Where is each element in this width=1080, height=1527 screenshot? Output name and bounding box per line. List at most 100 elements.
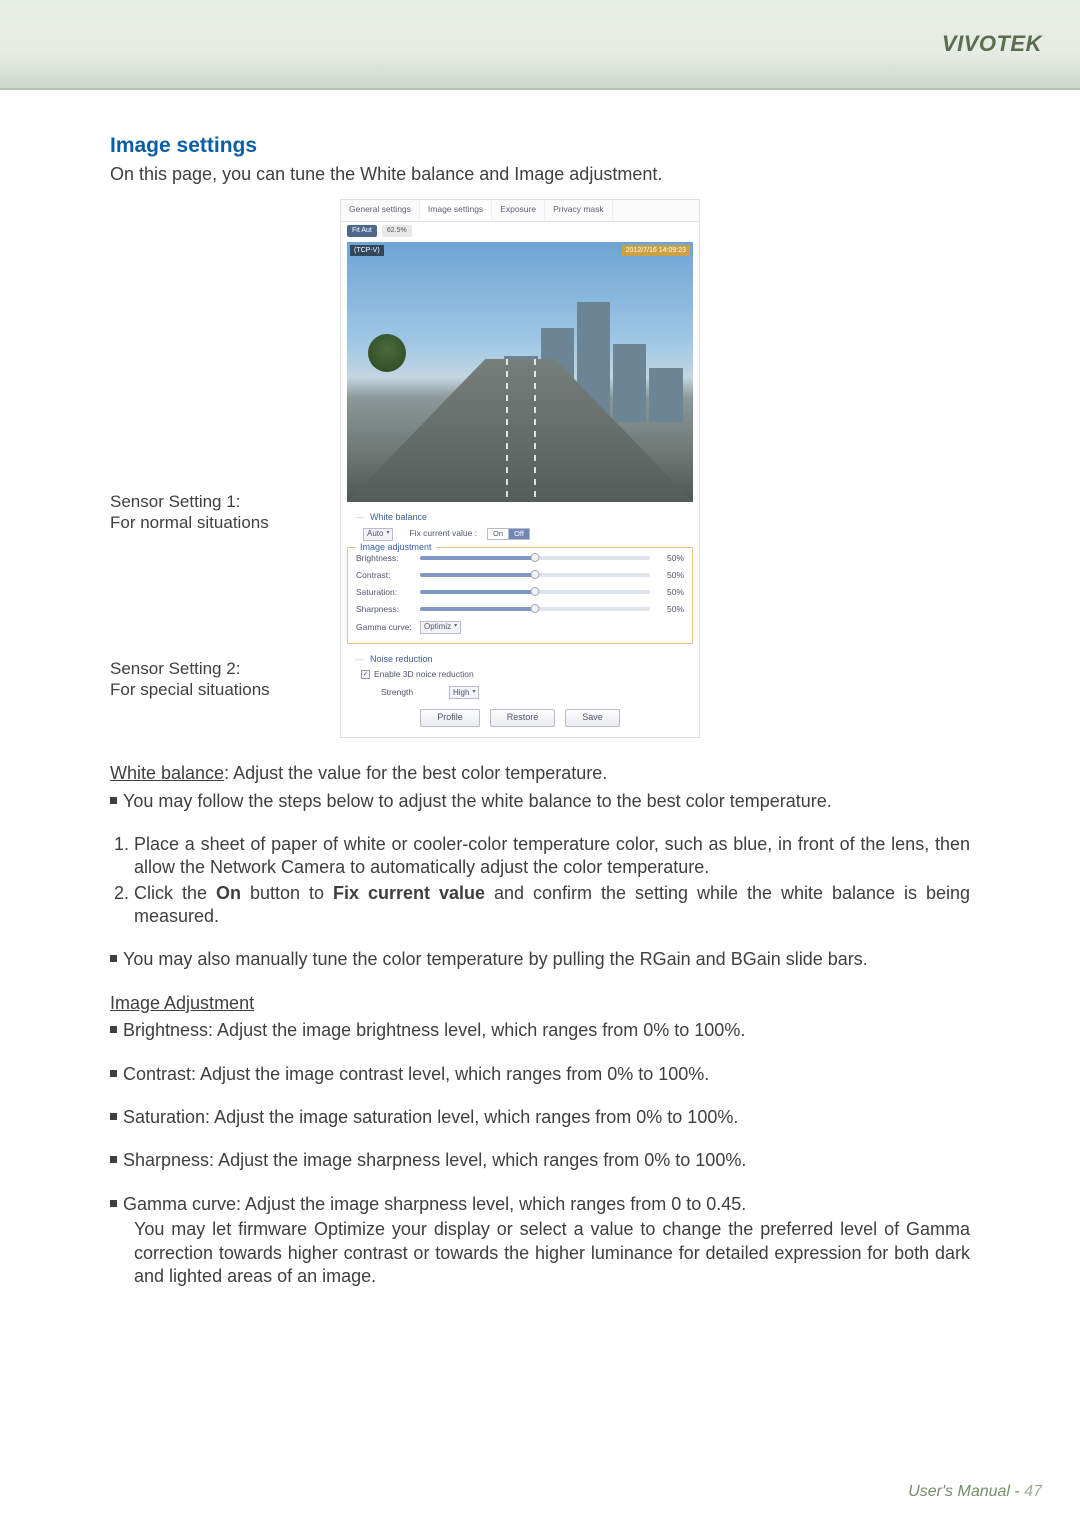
ia-contrast-text: Contrast: Adjust the image contrast leve… xyxy=(123,1063,709,1086)
footer-text: User's Manual - xyxy=(908,1483,1024,1500)
panel-buttons: Profile Restore Save xyxy=(341,701,699,737)
header-bar: VIVOTEK xyxy=(0,0,1080,90)
callout-2-line1: Sensor Setting 2: xyxy=(110,658,340,679)
callout-1-line2: For normal situations xyxy=(110,512,340,533)
figure-callouts: Sensor Setting 1: For normal situations … xyxy=(110,199,340,701)
wb-steps: Place a sheet of paper of white or coole… xyxy=(110,833,970,929)
brand-text: VIVOTEK xyxy=(942,31,1042,57)
callout-sensor-1: Sensor Setting 1: For normal situations xyxy=(110,491,340,534)
ia-gamma-line2: You may let firmware Optimize your displ… xyxy=(110,1218,970,1288)
tabs-bar: General settings Image settings Exposure… xyxy=(341,200,699,222)
body-text: White balance: Adjust the value for the … xyxy=(110,762,970,1288)
fix-current-value-toggle[interactable]: On Off xyxy=(487,528,530,540)
tab-general-settings[interactable]: General settings xyxy=(341,200,420,221)
preview-tree xyxy=(368,334,406,372)
ia-sharpness: Sharpness: Adjust the image sharpness le… xyxy=(110,1149,970,1172)
figure-area: Sensor Setting 1: For normal situations … xyxy=(110,199,970,738)
callout-1-line1: Sensor Setting 1: xyxy=(110,491,340,512)
wb-desc: : Adjust the value for the best color te… xyxy=(224,763,607,783)
white-balance-legend: White balance xyxy=(341,508,699,526)
overlay-source: (TCP-V) xyxy=(350,245,384,256)
noise-reduction-legend: Noise reduction xyxy=(341,650,699,668)
bullet-icon xyxy=(110,1200,117,1207)
brightness-slider[interactable] xyxy=(420,556,650,560)
ia-gamma: Gamma curve: Adjust the image sharpness … xyxy=(110,1193,970,1216)
wb-bullet-1-text: You may follow the steps below to adjust… xyxy=(123,790,832,813)
strength-select[interactable]: High xyxy=(449,686,479,699)
ia-saturation-text: Saturation: Adjust the image saturation … xyxy=(123,1106,738,1129)
sharpness-slider[interactable] xyxy=(420,607,650,611)
page-content: Image settings On this page, you can tun… xyxy=(0,90,1080,1308)
tab-image-settings[interactable]: Image settings xyxy=(420,200,492,221)
image-adjustment-group: Image adjustment Brightness: 50% Contras… xyxy=(347,547,693,644)
section-title: Image settings xyxy=(110,132,970,159)
ia-heading: Image Adjustment xyxy=(110,993,254,1013)
fit-button[interactable]: Fit Aut xyxy=(347,225,377,237)
saturation-slider[interactable] xyxy=(420,590,650,594)
brightness-knob[interactable] xyxy=(531,553,540,562)
brightness-value: 50% xyxy=(656,553,684,564)
contrast-row: Contrast: 50% xyxy=(352,567,688,584)
wb-bullet-2-text: You may also manually tune the color tem… xyxy=(123,948,868,971)
video-preview: (TCP-V) 2012/7/16 14:09:23 xyxy=(347,242,693,502)
contrast-knob[interactable] xyxy=(531,570,540,579)
wb-step-2: Click the On button to Fix current value… xyxy=(134,882,970,929)
ia-heading-line: Image Adjustment xyxy=(110,992,970,1015)
fix-off-button[interactable]: Off xyxy=(509,528,530,540)
fix-current-value-label: Fix current value : xyxy=(409,528,477,539)
ia-contrast: Contrast: Adjust the image contrast leve… xyxy=(110,1063,970,1086)
strength-row: Strength High xyxy=(341,684,699,701)
wb-bullet-1: You may follow the steps below to adjust… xyxy=(110,790,970,813)
contrast-value: 50% xyxy=(656,570,684,581)
contrast-slider[interactable] xyxy=(420,573,650,577)
white-balance-mode-select[interactable]: Auto xyxy=(363,528,393,541)
save-button[interactable]: Save xyxy=(565,709,620,727)
enable-3d-checkbox[interactable]: ✓ xyxy=(361,670,370,679)
tab-exposure[interactable]: Exposure xyxy=(492,200,545,221)
sharpness-label: Sharpness: xyxy=(356,604,414,615)
bullet-icon xyxy=(110,1026,117,1033)
callout-2-line2: For special situations xyxy=(110,679,340,700)
zoom-percent[interactable]: 62.5% xyxy=(382,225,412,237)
bullet-icon xyxy=(110,1070,117,1077)
noise-reduction-checkbox-row: ✓ Enable 3D noice reduction xyxy=(341,667,699,684)
sharpness-row: Sharpness: 50% xyxy=(352,601,688,618)
saturation-knob[interactable] xyxy=(531,587,540,596)
image-adjustment-legend: Image adjustment xyxy=(356,542,436,554)
wb-step-1: Place a sheet of paper of white or coole… xyxy=(134,833,970,880)
settings-panel: General settings Image settings Exposure… xyxy=(340,199,700,738)
bullet-icon xyxy=(110,797,117,804)
saturation-value: 50% xyxy=(656,587,684,598)
tab-privacy-mask[interactable]: Privacy mask xyxy=(545,200,613,221)
section-intro: On this page, you can tune the White bal… xyxy=(110,163,970,186)
gamma-row: Gamma curve: Optimiz xyxy=(352,618,688,637)
wb-heading-line: White balance: Adjust the value for the … xyxy=(110,762,970,785)
fix-on-button[interactable]: On xyxy=(487,528,509,540)
gamma-select[interactable]: Optimiz xyxy=(420,621,461,634)
panel-toolbar: Fit Aut 62.5% xyxy=(341,222,699,240)
wb-heading: White balance xyxy=(110,763,224,783)
restore-button[interactable]: Restore xyxy=(490,709,556,727)
saturation-row: Saturation: 50% xyxy=(352,584,688,601)
overlay-timestamp: 2012/7/16 14:09:23 xyxy=(622,245,690,256)
bullet-icon xyxy=(110,955,117,962)
ia-saturation: Saturation: Adjust the image saturation … xyxy=(110,1106,970,1129)
ia-brightness: Brightness: Adjust the image brightness … xyxy=(110,1019,970,1042)
ia-sharpness-text: Sharpness: Adjust the image sharpness le… xyxy=(123,1149,746,1172)
profile-button[interactable]: Profile xyxy=(420,709,480,727)
wb-bullet-2: You may also manually tune the color tem… xyxy=(110,948,970,971)
ia-gamma-line1: Gamma curve: Adjust the image sharpness … xyxy=(123,1193,746,1216)
gamma-label: Gamma curve: xyxy=(356,622,414,633)
callout-sensor-2: Sensor Setting 2: For special situations xyxy=(110,658,340,701)
sharpness-value: 50% xyxy=(656,604,684,615)
saturation-label: Saturation: xyxy=(356,587,414,598)
sharpness-knob[interactable] xyxy=(531,604,540,613)
white-balance-row: Auto Fix current value : On Off xyxy=(341,526,699,543)
bullet-icon xyxy=(110,1156,117,1163)
strength-label: Strength xyxy=(381,687,443,698)
brightness-label: Brightness: xyxy=(356,553,414,564)
ia-brightness-text: Brightness: Adjust the image brightness … xyxy=(123,1019,745,1042)
footer: User's Manual - 47 xyxy=(908,1483,1042,1501)
contrast-label: Contrast: xyxy=(356,570,414,581)
bullet-icon xyxy=(110,1113,117,1120)
